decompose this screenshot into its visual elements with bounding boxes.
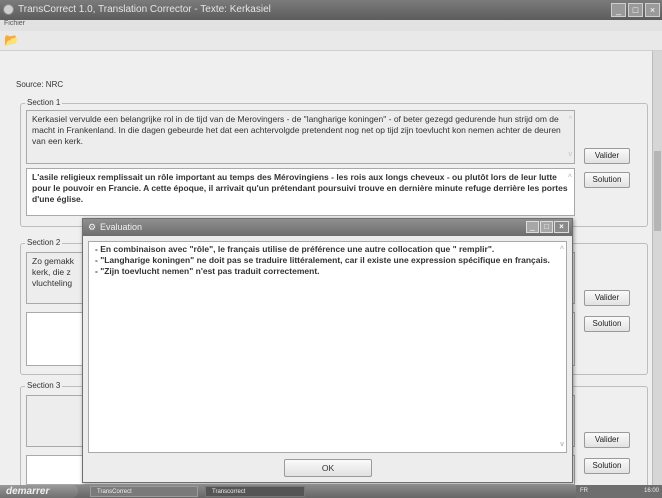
clock: 16:00	[643, 488, 659, 494]
feedback-line: - "Langharige koningen" ne doit pas se t…	[95, 255, 550, 265]
app-icon: ⚙	[88, 222, 97, 232]
window-controls: _ □ ×	[611, 3, 660, 17]
toolbar: 📂	[0, 31, 662, 51]
section-1-label: Section 1	[25, 98, 63, 107]
taskbar-item-transcorrect[interactable]: TransCorrect	[90, 486, 198, 497]
scroll-up-icon[interactable]: ^	[569, 114, 572, 125]
evaluation-dialog: ⚙ Evaluation _ □ × - En combinaison avec…	[82, 218, 573, 483]
valider-button-2[interactable]: Valider	[584, 290, 630, 306]
start-button[interactable]: demarrer	[0, 485, 78, 498]
app-icon	[3, 4, 14, 15]
scroll-down-icon[interactable]: v	[569, 149, 573, 160]
close-icon[interactable]: ×	[645, 3, 660, 17]
minimize-icon[interactable]: _	[611, 3, 626, 17]
menu-fichier[interactable]: Fichier	[4, 20, 25, 27]
taskbar-item-transcorrect-active[interactable]: Transcorrect	[205, 486, 305, 497]
evaluation-title: Evaluation	[100, 222, 143, 232]
valider-button-1[interactable]: Valider	[584, 148, 630, 164]
valider-button-3[interactable]: Valider	[584, 432, 630, 448]
section-1-translation-content: L'asile religieux remplissait un rôle im…	[32, 172, 568, 204]
minimize-icon[interactable]: _	[526, 221, 539, 233]
solution-button-2[interactable]: Solution	[584, 316, 630, 332]
dialog-controls: _ □ ×	[526, 221, 569, 233]
window-title: TransCorrect 1.0, Translation Corrector …	[18, 4, 271, 15]
feedback-line: - En combinaison avec "rôle", le françai…	[95, 244, 495, 254]
section-2-label: Section 2	[25, 238, 63, 247]
close-icon[interactable]: ×	[554, 221, 569, 233]
ok-button[interactable]: OK	[284, 459, 372, 477]
solution-button-3[interactable]: Solution	[584, 458, 630, 474]
scroll-down-icon[interactable]: v	[560, 439, 564, 450]
section-1-translation-input[interactable]: L'asile religieux remplissait un rôle im…	[26, 168, 575, 216]
solution-button-1[interactable]: Solution	[584, 172, 630, 188]
evaluation-titlebar: ⚙ Evaluation _ □ ×	[83, 219, 572, 236]
main-scrollbar[interactable]	[652, 51, 662, 485]
scrollbar-thumb[interactable]	[654, 151, 661, 231]
maximize-icon[interactable]: □	[628, 3, 643, 17]
section-3-label: Section 3	[25, 381, 63, 390]
section-1-source-content: Kerkasiel vervulde een belangrijke rol i…	[32, 114, 561, 146]
open-folder-icon[interactable]: 📂	[4, 33, 19, 47]
section-1-source-text: Kerkasiel vervulde een belangrijke rol i…	[26, 110, 575, 164]
evaluation-feedback-text: - En combinaison avec "rôle", le françai…	[88, 241, 567, 453]
language-indicator[interactable]: FR	[580, 485, 588, 498]
feedback-line: - "Zijn toevlucht nemen" n'est pas tradu…	[95, 266, 320, 276]
system-tray: FR 16:00	[576, 485, 662, 498]
menu-bar: Fichier	[0, 20, 662, 31]
scroll-up-icon[interactable]: ^	[560, 244, 564, 255]
maximize-icon[interactable]: □	[540, 221, 553, 233]
source-label: Source: NRC	[16, 80, 64, 89]
taskbar: demarrer TransCorrect Transcorrect FR 16…	[0, 485, 662, 498]
window-titlebar: TransCorrect 1.0, Translation Corrector …	[0, 0, 662, 20]
scroll-up-icon[interactable]: ^	[568, 172, 572, 183]
